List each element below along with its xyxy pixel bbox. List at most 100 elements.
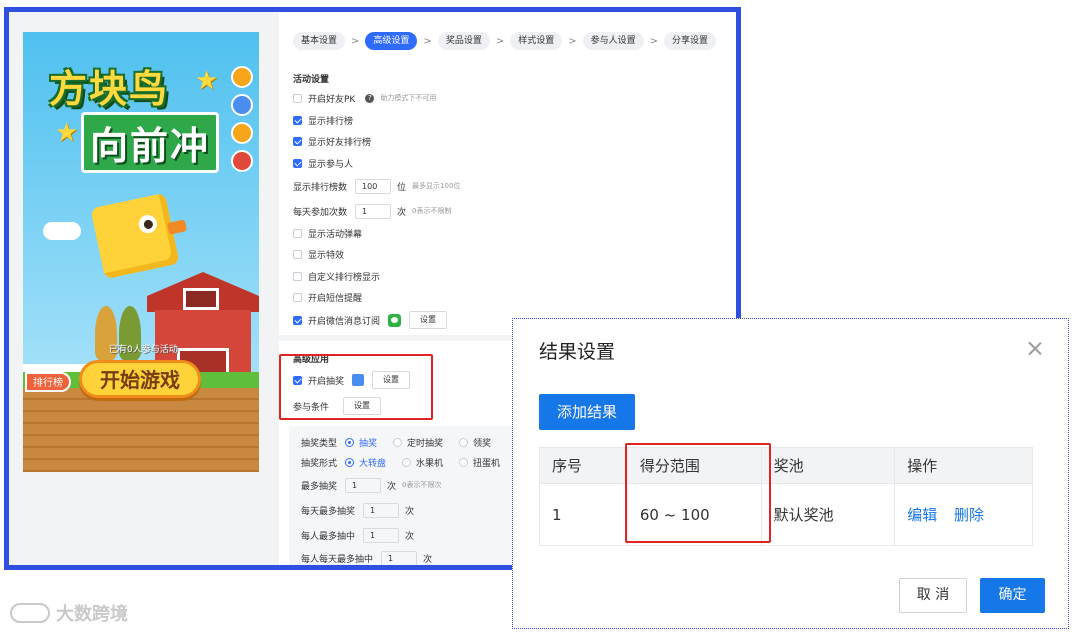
side-menu-icon[interactable] bbox=[231, 122, 253, 144]
daily-count-input[interactable]: 1 bbox=[355, 203, 392, 219]
step-prize[interactable]: 奖品设置 bbox=[437, 32, 490, 50]
chevron-right-icon: > bbox=[568, 35, 577, 47]
lottery-form-option[interactable]: 扭蛋机 bbox=[459, 456, 500, 469]
per-person-win-input[interactable]: 1 bbox=[363, 527, 400, 543]
custom-rank-row: 自定义排行榜显示 bbox=[293, 268, 380, 284]
lottery-form-option[interactable]: 大转盘 bbox=[345, 456, 386, 469]
show-rank-checkbox[interactable] bbox=[293, 115, 302, 125]
lottery-form-option-label: 大转盘 bbox=[359, 458, 387, 469]
lottery-form-option[interactable]: 水果机 bbox=[402, 456, 443, 469]
confirm-button[interactable]: 确定 bbox=[980, 578, 1045, 613]
wechat-sub-checkbox[interactable] bbox=[293, 315, 302, 325]
rank-count-row: 显示排行榜数 100 位 最多显示100位 bbox=[293, 178, 460, 194]
close-icon[interactable] bbox=[1025, 339, 1045, 359]
steps-bar: 基本设置 > 高级设置 > 奖品设置 > 样式设置 > 参与人设置 > 分享设置 bbox=[293, 32, 717, 50]
step-style[interactable]: 样式设置 bbox=[510, 32, 563, 50]
cell-seq: 1 bbox=[539, 483, 628, 546]
show-popup-row: 显示活动弹幕 bbox=[293, 225, 362, 241]
chevron-right-icon: > bbox=[649, 35, 659, 47]
sms-reminder-label: 开启短信提醒 bbox=[308, 293, 363, 304]
wechat-sub-settings-button[interactable]: 设置 bbox=[409, 311, 448, 329]
watermark-text: 大数跨境 bbox=[56, 604, 128, 625]
friend-pk-hint: 助力模式下不可用 bbox=[380, 94, 437, 102]
sms-reminder-row: 开启短信提醒 bbox=[293, 289, 362, 305]
result-settings-dialog: 结果设置 添加结果 序号 得分范围 奖池 操作 1 60 ~ 100 默认奖池 … bbox=[512, 318, 1069, 629]
custom-rank-checkbox[interactable] bbox=[293, 271, 302, 281]
radio-icon bbox=[459, 457, 469, 467]
column-header-seq: 序号 bbox=[539, 447, 628, 484]
wechat-icon bbox=[388, 313, 402, 327]
custom-rank-label: 自定义排行榜显示 bbox=[308, 272, 381, 283]
cell-actions: 编辑 删除 bbox=[894, 483, 1033, 546]
show-popup-checkbox[interactable] bbox=[293, 228, 302, 238]
lottery-type-option-label: 定时抽奖 bbox=[407, 438, 444, 449]
star-icon: ★ bbox=[195, 66, 219, 96]
show-participants-checkbox[interactable] bbox=[293, 158, 302, 168]
radio-icon bbox=[393, 437, 403, 447]
step-participant[interactable]: 参与人设置 bbox=[582, 32, 644, 50]
daily-count-unit: 次 bbox=[397, 207, 407, 218]
rank-count-input[interactable]: 100 bbox=[355, 178, 392, 194]
show-effect-checkbox[interactable] bbox=[293, 249, 302, 259]
cloud-decoration bbox=[43, 222, 81, 240]
show-friend-rank-label: 显示好友排行榜 bbox=[308, 137, 372, 148]
lottery-type-option-label: 抽奖 bbox=[359, 438, 378, 449]
per-person-daily-win-label: 每人每天最多抽中 bbox=[301, 554, 374, 565]
start-game-button[interactable]: 开始游戏 bbox=[79, 360, 201, 398]
chevron-right-icon: > bbox=[351, 35, 360, 47]
bird-eye bbox=[137, 213, 159, 235]
ground-decoration bbox=[23, 388, 259, 472]
rank-count-unit: 位 bbox=[397, 182, 407, 193]
friend-pk-checkbox[interactable] bbox=[293, 93, 302, 103]
rank-count-label: 显示排行榜数 bbox=[293, 182, 348, 193]
bird-beak bbox=[167, 219, 188, 235]
poster-title-line1: 方块鸟 bbox=[49, 67, 170, 111]
max-draw-row: 最多抽奖 1 次 0表示不限次 bbox=[301, 477, 442, 493]
side-menu-icon[interactable] bbox=[231, 66, 253, 88]
watermark-logo-icon bbox=[10, 603, 50, 623]
rank-button[interactable]: 排行榜 bbox=[25, 372, 71, 392]
per-person-daily-win-input[interactable]: 1 bbox=[381, 550, 418, 565]
lottery-type-row: 抽奖类型 抽奖 定时抽奖 领奖 bbox=[301, 434, 507, 450]
friend-pk-row: 开启好友PK ? 助力模式下不可用 bbox=[293, 90, 436, 106]
per-person-daily-win-row: 每人每天最多抽中 1 次 bbox=[301, 550, 433, 565]
max-draw-input[interactable]: 1 bbox=[345, 477, 382, 493]
lottery-type-option[interactable]: 定时抽奖 bbox=[393, 436, 443, 449]
per-person-daily-win-unit: 次 bbox=[423, 554, 433, 565]
max-draw-unit: 次 bbox=[387, 481, 397, 492]
edit-link[interactable]: 编辑 bbox=[907, 506, 937, 524]
daily-max-draw-input[interactable]: 1 bbox=[363, 502, 400, 518]
show-rank-label: 显示排行榜 bbox=[308, 116, 354, 127]
poster-title-line2: 向前冲 bbox=[81, 112, 220, 173]
show-friend-rank-checkbox[interactable] bbox=[293, 136, 302, 146]
show-friend-rank-row: 显示好友排行榜 bbox=[293, 133, 371, 149]
radio-icon bbox=[345, 457, 355, 467]
radio-icon bbox=[459, 437, 469, 447]
daily-count-row: 每天参加次数 1 次 0表示不限制 bbox=[293, 203, 452, 219]
lottery-type-label: 抽奖类型 bbox=[301, 438, 338, 449]
side-menu-icon[interactable] bbox=[231, 94, 253, 116]
show-rank-row: 显示排行榜 bbox=[293, 112, 353, 128]
cancel-button[interactable]: 取 消 bbox=[899, 578, 967, 613]
add-result-button[interactable]: 添加结果 bbox=[539, 394, 635, 430]
sms-reminder-checkbox[interactable] bbox=[293, 292, 302, 302]
chevron-right-icon: > bbox=[423, 35, 432, 47]
lottery-type-option[interactable]: 抽奖 bbox=[345, 436, 377, 449]
star-icon: ★ bbox=[55, 118, 79, 148]
step-share[interactable]: 分享设置 bbox=[664, 32, 717, 50]
lottery-form-option-label: 水果机 bbox=[416, 458, 444, 469]
per-person-win-row: 每人最多抽中 1 次 bbox=[301, 527, 414, 543]
lottery-type-option[interactable]: 领奖 bbox=[459, 436, 491, 449]
delete-link[interactable]: 删除 bbox=[954, 506, 984, 524]
column-header-actions: 操作 bbox=[894, 447, 1033, 484]
max-draw-hint: 0表示不限次 bbox=[402, 481, 442, 489]
per-person-win-label: 每人最多抽中 bbox=[301, 531, 356, 542]
wechat-sub-row: 开启微信消息订阅 设置 bbox=[293, 311, 448, 329]
score-range-highlight-box bbox=[625, 443, 771, 543]
side-menu-icon[interactable] bbox=[231, 150, 253, 172]
step-basic[interactable]: 基本设置 bbox=[293, 32, 346, 50]
watermark: 大数跨境 bbox=[10, 600, 128, 626]
radio-icon bbox=[402, 457, 412, 467]
help-icon[interactable]: ? bbox=[365, 93, 375, 103]
step-advanced[interactable]: 高级设置 bbox=[365, 32, 418, 50]
